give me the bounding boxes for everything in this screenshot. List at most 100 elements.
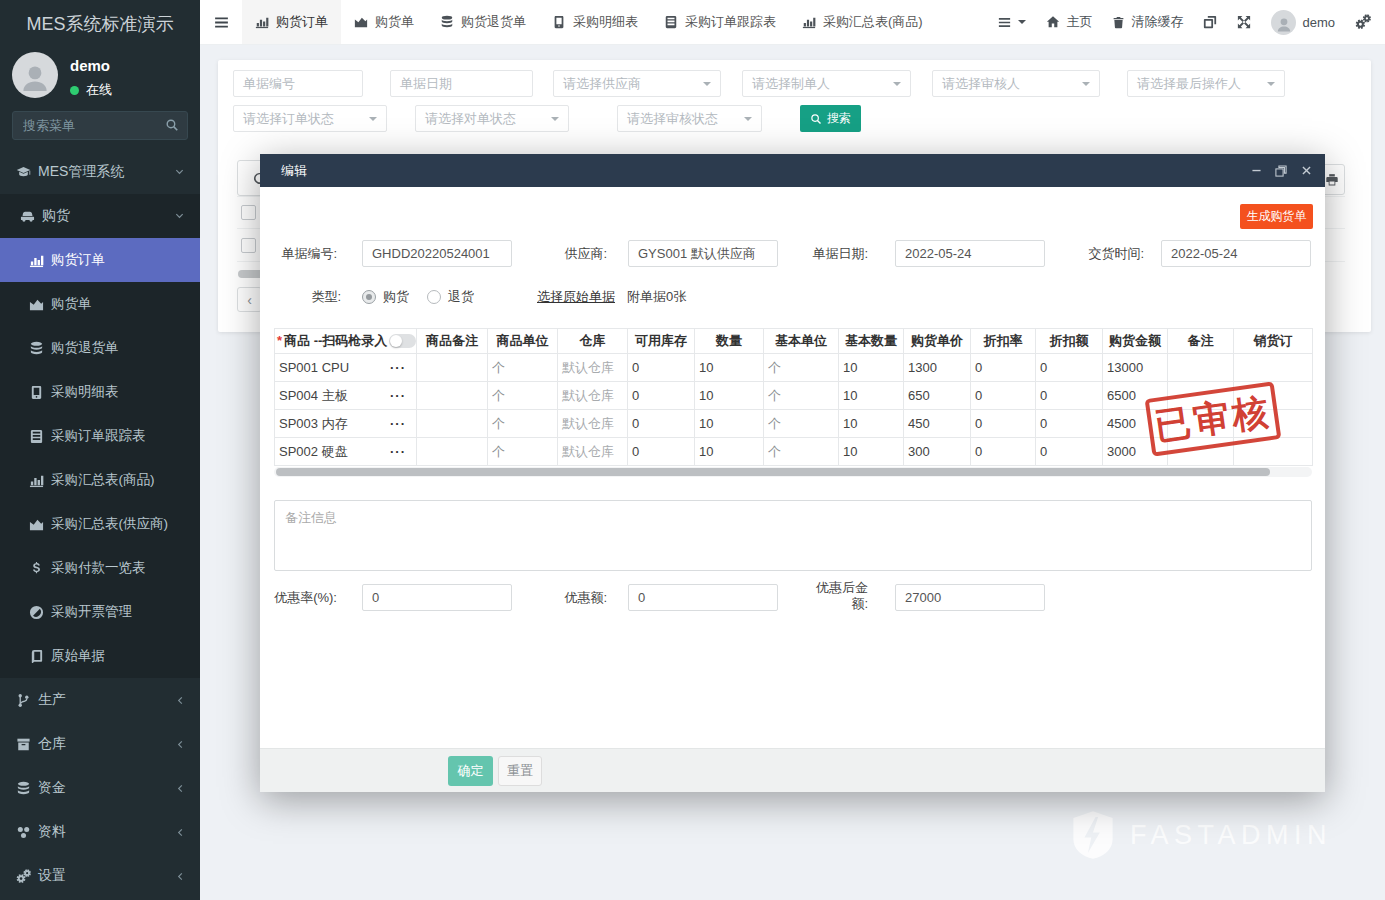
filter-请选择最后操作人[interactable]: 请选择最后操作人 [1127,70,1285,97]
cell-discount_amount[interactable]: 0 [1036,354,1103,382]
sidebar-item-采购汇总表(商品)[interactable]: 采购汇总表(商品) [0,458,200,502]
cell-base_unit[interactable]: 个 [764,410,839,438]
cell-remark[interactable] [1168,354,1234,382]
sidebar-item-购货订单[interactable]: 购货订单 [0,238,200,282]
sidebar-item-购货单[interactable]: 购货单 [0,282,200,326]
product-cell[interactable]: SP003 内存··· [275,410,417,438]
switch-window-icon[interactable] [1203,15,1217,29]
table-hscrollbar[interactable] [274,467,1312,477]
cell-warehouse[interactable]: 默认仓库 [558,438,628,466]
cell-base_unit[interactable]: 个 [764,382,839,410]
settings-gears-icon[interactable] [1355,14,1371,30]
cell-qty[interactable]: 10 [695,354,764,382]
product-cell[interactable]: SP001 CPU··· [275,354,417,382]
filter-请选择审核人[interactable]: 请选择审核人 [932,70,1100,97]
reset-button[interactable]: 重置 [498,756,542,786]
cell-base_unit[interactable]: 个 [764,438,839,466]
cell-price[interactable]: 1300 [904,354,971,382]
home-link[interactable]: 主页 [1046,13,1092,31]
cell-base_qty[interactable]: 10 [839,382,904,410]
field-input-0[interactable]: GHDD20220524001 [362,240,512,267]
ellipsis-menu-icon[interactable]: ··· [390,388,412,403]
product-cell[interactable]: SP002 硬盘··· [275,438,417,466]
ellipsis-menu-icon[interactable]: ··· [390,360,412,375]
sidebar-item-资金[interactable]: 资金 [0,766,200,810]
cell-warehouse[interactable]: 默认仓库 [558,354,628,382]
sidebar-item-设置[interactable]: 设置 [0,854,200,898]
maximize-icon[interactable] [1274,164,1288,178]
tab-采购汇总表(商品)[interactable]: 采购汇总表(商品) [789,0,936,44]
filter-请选择制单人[interactable]: 请选择制单人 [742,70,911,97]
product-cell[interactable]: SP004 主板··· [275,382,417,410]
sidebar-item-原始单据[interactable]: 原始单据 [0,634,200,678]
cell-unit[interactable]: 个 [488,410,558,438]
cell-discount_rate[interactable]: 0 [971,438,1036,466]
fullscreen-icon[interactable] [1237,15,1251,29]
filter-单据日期[interactable]: 单据日期 [390,70,533,97]
sidebar-item-购货退货单[interactable]: 购货退货单 [0,326,200,370]
cell-qty[interactable]: 10 [695,410,764,438]
type-radio-购货[interactable]: 购货 [362,288,409,306]
select-source-link[interactable]: 选择原始单据 [537,288,615,306]
cell-base_qty[interactable]: 10 [839,410,904,438]
cell-discount_rate[interactable]: 0 [971,382,1036,410]
sidebar-item-购货[interactable]: 购货 [0,194,200,238]
sidebar-item-采购订单跟踪表[interactable]: 采购订单跟踪表 [0,414,200,458]
cell-discount_amount[interactable]: 0 [1036,410,1103,438]
tab-采购订单跟踪表[interactable]: 采购订单跟踪表 [651,0,789,44]
remark-textarea[interactable]: 备注信息 [274,500,1312,571]
filter-单据编号[interactable]: 单据编号 [233,70,363,97]
tab-采购明细表[interactable]: 采购明细表 [539,0,651,44]
cell-unit[interactable]: 个 [488,382,558,410]
cell-stock[interactable]: 0 [628,354,695,382]
navbar-user[interactable]: demo [1271,10,1335,35]
cell-unit[interactable]: 个 [488,354,558,382]
cell-stock[interactable]: 0 [628,382,695,410]
close-icon[interactable] [1299,164,1313,178]
type-radio-退货[interactable]: 退货 [427,288,474,306]
ellipsis-menu-icon[interactable]: ··· [390,444,412,459]
sidebar-item-资料[interactable]: 资料 [0,810,200,854]
ellipsis-menu-icon[interactable]: ··· [390,416,412,431]
ok-button[interactable]: 确定 [448,756,493,786]
dialog-header[interactable]: 编辑 [260,154,1325,187]
cell-unit[interactable]: 个 [488,438,558,466]
cell-stock[interactable]: 0 [628,410,695,438]
cell-discount_rate[interactable]: 0 [971,410,1036,438]
sidebar-item-MES管理系统[interactable]: MES管理系统 [0,150,200,194]
discount-amount-input[interactable]: 0 [628,584,778,611]
cell-base_qty[interactable]: 10 [839,438,904,466]
field-input-3[interactable]: 2022-05-24 [1161,240,1311,267]
sidebar-item-仓库[interactable]: 仓库 [0,722,200,766]
search-button[interactable]: 搜索 [800,105,861,132]
field-input-1[interactable]: GYS001 默认供应商 [628,240,778,267]
cell-note[interactable] [417,354,488,382]
cell-note[interactable] [417,438,488,466]
cell-discount_amount[interactable]: 0 [1036,438,1103,466]
pagination-prev[interactable]: ‹ [237,287,262,312]
sidebar-item-采购汇总表(供应商)[interactable]: 采购汇总表(供应商) [0,502,200,546]
cell-base_qty[interactable]: 10 [839,354,904,382]
minimize-icon[interactable] [1249,164,1263,178]
sidebar-item-采购明细表[interactable]: 采购明细表 [0,370,200,414]
cell-price[interactable]: 300 [904,438,971,466]
field-input-2[interactable]: 2022-05-24 [895,240,1045,267]
generate-purchase-button[interactable]: 生成购货单 [1240,204,1313,229]
cell-qty[interactable]: 10 [695,382,764,410]
cell-price[interactable]: 450 [904,410,971,438]
discount-rate-input[interactable]: 0 [362,584,512,611]
cell-sales_order[interactable] [1234,354,1313,382]
cell-warehouse[interactable]: 默认仓库 [558,382,628,410]
cell-base_unit[interactable]: 个 [764,354,839,382]
sidebar-item-采购付款一览表[interactable]: 采购付款一览表 [0,546,200,590]
cell-stock[interactable]: 0 [628,438,695,466]
sidebar-item-生产[interactable]: 生产 [0,678,200,722]
cell-discount_amount[interactable]: 0 [1036,382,1103,410]
cell-warehouse[interactable]: 默认仓库 [558,410,628,438]
tab-购货单[interactable]: 购货单 [341,0,427,44]
filter-请选择订单状态[interactable]: 请选择订单状态 [233,105,387,132]
filter-请选择对单状态[interactable]: 请选择对单状态 [415,105,569,132]
cell-qty[interactable]: 10 [695,438,764,466]
clear-cache-link[interactable]: 清除缓存 [1112,13,1183,31]
final-amount-input[interactable]: 27000 [895,584,1045,611]
